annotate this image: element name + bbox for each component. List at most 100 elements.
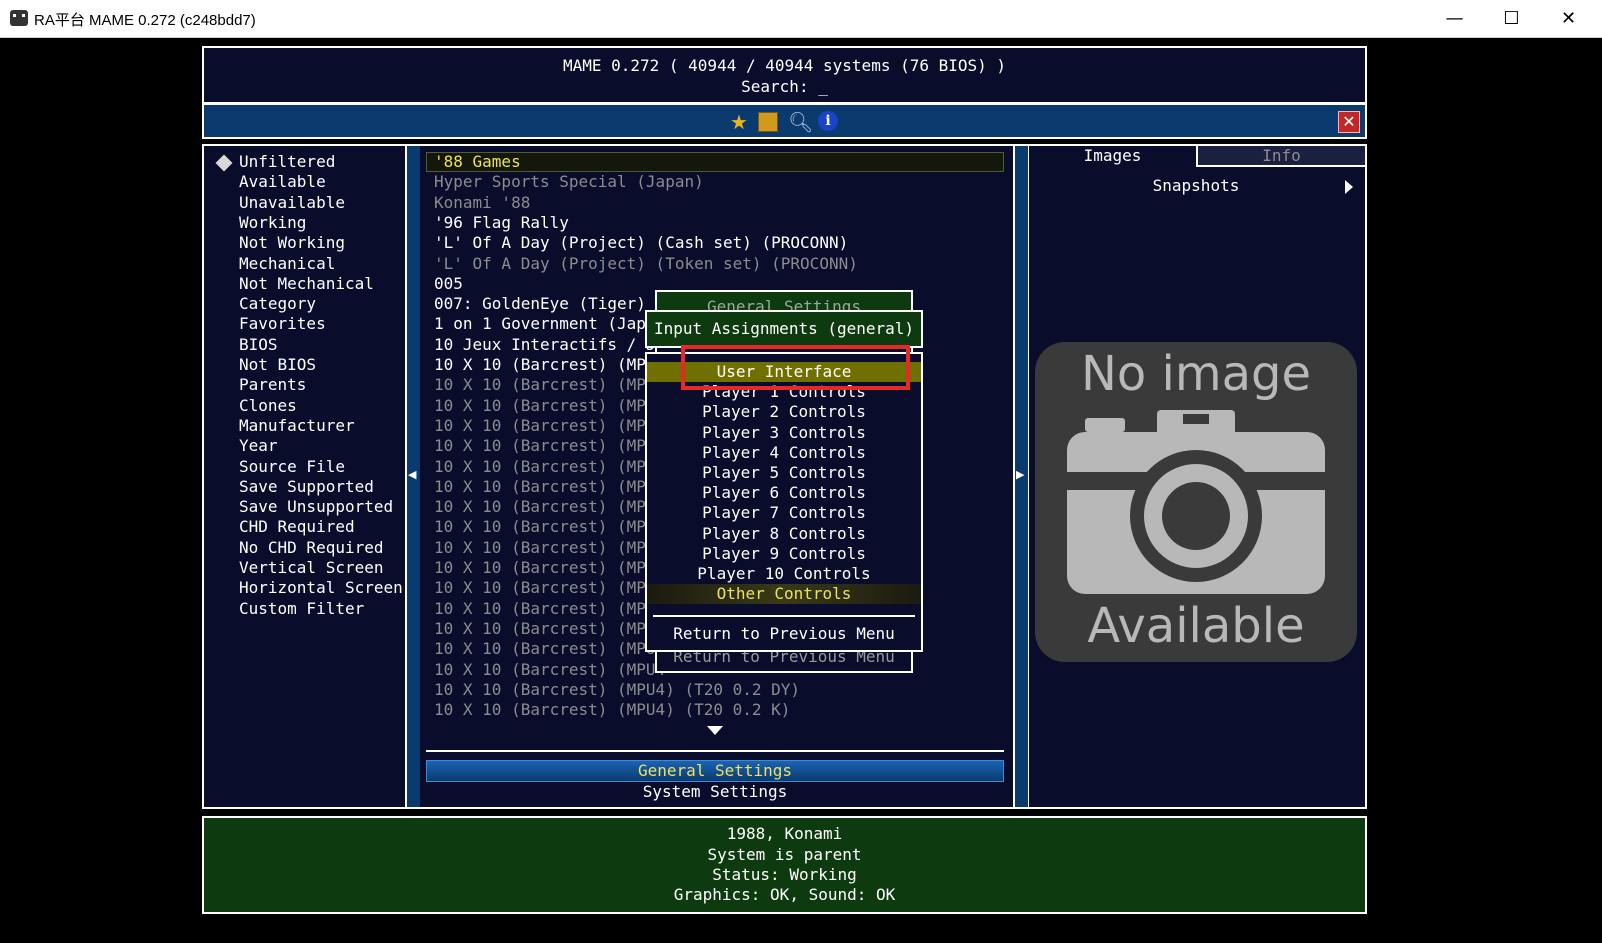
scroll-down-arrow-icon[interactable] bbox=[707, 726, 723, 735]
menu-item-player-8-controls[interactable]: Player 8 Controls bbox=[647, 524, 921, 544]
game-row[interactable]: 007: GoldenEye (Tiger) bbox=[434, 294, 646, 313]
maximize-button[interactable]: ☐ bbox=[1483, 0, 1540, 38]
filter-horizontal-screen[interactable]: Horizontal Screen bbox=[239, 578, 403, 597]
game-row[interactable]: 005 bbox=[434, 274, 463, 293]
game-row[interactable]: 10 X 10 (Barcrest) (MPU4 bbox=[434, 660, 665, 679]
image-type-selector[interactable]: Snapshots bbox=[1029, 176, 1363, 195]
game-row[interactable]: 10 X 10 (Barcrest) (MPU bbox=[434, 517, 656, 536]
filter-favorites[interactable]: Favorites bbox=[239, 314, 326, 333]
game-row[interactable]: '88 Games bbox=[434, 152, 521, 171]
game-row[interactable]: 10 X 10 (Barcrest) (MPU bbox=[434, 599, 656, 618]
year-manufacturer: 1988, Konami bbox=[726, 824, 843, 843]
game-row[interactable]: 10 X 10 (Barcrest) (MPU bbox=[434, 619, 656, 638]
working-status: Status: Working bbox=[712, 865, 857, 884]
no-image-placeholder: No image Available bbox=[1035, 342, 1357, 662]
filter-mechanical[interactable]: Mechanical bbox=[239, 254, 335, 273]
list-divider bbox=[426, 750, 1004, 752]
search-field[interactable]: Search: _ bbox=[204, 77, 1365, 96]
game-row[interactable]: Hyper Sports Special (Japan) bbox=[434, 172, 704, 191]
game-row[interactable]: 10 X 10 (Barcrest) (MPU bbox=[434, 639, 656, 658]
window-titlebar: RA平台 MAME 0.272 (c248bdd7) — ☐ ✕ bbox=[0, 0, 1602, 38]
system-settings-button[interactable]: System Settings bbox=[426, 782, 1004, 801]
floppy-icon[interactable] bbox=[758, 111, 780, 133]
game-row[interactable]: 10 X 10 (Barcrest) (MPU bbox=[434, 436, 656, 455]
filter-source-file[interactable]: Source File bbox=[239, 457, 345, 476]
menu-item-player-4-controls[interactable]: Player 4 Controls bbox=[647, 443, 921, 463]
menu-item-player-7-controls[interactable]: Player 7 Controls bbox=[647, 503, 921, 523]
system-count: MAME 0.272 ( 40944 / 40944 systems (76 B… bbox=[562, 56, 1007, 75]
menu-item-player-9-controls[interactable]: Player 9 Controls bbox=[647, 544, 921, 564]
game-row[interactable]: 1 on 1 Government (Japa bbox=[434, 314, 656, 333]
filter-working[interactable]: Working bbox=[239, 213, 306, 232]
game-row[interactable]: 'L' Of A Day (Project) (Token set) (PROC… bbox=[434, 254, 858, 273]
toolbar: ★ 🔍︎ i ✕ bbox=[202, 103, 1367, 139]
filter-chd-required[interactable]: CHD Required bbox=[239, 517, 355, 536]
info-icon[interactable]: i bbox=[818, 111, 840, 133]
filter-category[interactable]: Category bbox=[239, 294, 316, 313]
filter-not-mechanical[interactable]: Not Mechanical bbox=[239, 274, 374, 293]
game-row[interactable]: 10 Jeux Interactifs / Jeu bbox=[434, 335, 675, 354]
star-icon[interactable]: ★ bbox=[728, 111, 750, 133]
tab-info[interactable]: Info bbox=[1196, 146, 1365, 167]
gamepad-icon bbox=[10, 10, 28, 26]
graphics-sound-status: Graphics: OK, Sound: OK bbox=[673, 885, 896, 904]
menu-item-player-2-controls[interactable]: Player 2 Controls bbox=[647, 402, 921, 422]
game-row[interactable]: 10 X 10 (Barcrest) (MPU bbox=[434, 497, 656, 516]
input-assignments-title: Input Assignments (general) bbox=[645, 310, 923, 348]
filter-unfiltered[interactable]: Unfiltered bbox=[239, 152, 335, 171]
available-text: Available bbox=[1087, 598, 1305, 654]
game-row[interactable]: 10 X 10 (Barcrest) (MPU bbox=[434, 396, 656, 415]
filter-no-chd-required[interactable]: No CHD Required bbox=[239, 538, 384, 557]
filter-not-working[interactable]: Not Working bbox=[239, 233, 345, 252]
menu-divider bbox=[653, 615, 915, 617]
return-to-previous-menu[interactable]: Return to Previous Menu bbox=[647, 624, 921, 644]
minimize-button[interactable]: — bbox=[1426, 0, 1483, 38]
menu-item-player-10-controls[interactable]: Player 10 Controls bbox=[647, 564, 921, 584]
next-image-type-arrow-icon[interactable] bbox=[1345, 180, 1353, 194]
filter-save-supported[interactable]: Save Supported bbox=[239, 477, 374, 496]
filter-clones[interactable]: Clones bbox=[239, 396, 297, 415]
game-row[interactable]: '96 Flag Rally bbox=[434, 213, 569, 232]
right-panel: Images Info Snapshots No image Available bbox=[1029, 144, 1367, 809]
menu-item-player-6-controls[interactable]: Player 6 Controls bbox=[647, 483, 921, 503]
filter-parents[interactable]: Parents bbox=[239, 375, 306, 394]
camera-icon bbox=[1067, 410, 1325, 594]
filter-bios[interactable]: BIOS bbox=[239, 335, 278, 354]
filter-save-unsupported[interactable]: Save Unsupported bbox=[239, 497, 393, 516]
game-row[interactable]: 10 X 10 (Barcrest) (MPU bbox=[434, 375, 656, 394]
menu-item-player-3-controls[interactable]: Player 3 Controls bbox=[647, 423, 921, 443]
system-info-footer: 1988, Konami System is parent Status: Wo… bbox=[202, 816, 1367, 914]
filter-manufacturer[interactable]: Manufacturer bbox=[239, 416, 355, 435]
tab-images[interactable]: Images bbox=[1029, 146, 1196, 167]
magnifier-icon[interactable]: 🔍︎ bbox=[788, 111, 813, 133]
game-row[interactable]: 10 X 10 (Barcrest) (MPU bbox=[434, 538, 656, 557]
filter-panel: Unfiltered Available Unavailable Working Not… bbox=[202, 144, 406, 809]
game-row[interactable]: Konami '88 bbox=[434, 193, 530, 212]
filter-available[interactable]: Available bbox=[239, 172, 326, 191]
general-settings-button[interactable]: General Settings bbox=[426, 760, 1004, 782]
filter-unavailable[interactable]: Unavailable bbox=[239, 193, 345, 212]
close-icon[interactable]: ✕ bbox=[1338, 111, 1360, 133]
game-row[interactable]: 10 X 10 (Barcrest) (MPU bbox=[434, 457, 656, 476]
close-window-button[interactable]: ✕ bbox=[1540, 0, 1597, 38]
game-row[interactable]: 10 X 10 (Barcrest) (MPU4) (T20 0.2 DY) bbox=[434, 680, 800, 699]
game-row[interactable]: 10 X 10 (Barcrest) (MPU bbox=[434, 477, 656, 496]
game-row[interactable]: 10 X 10 (Barcrest) (MPU4) (T20 0.2 K) bbox=[434, 700, 790, 719]
game-row[interactable]: 10 X 10 (Barcrest) (MPU bbox=[434, 578, 656, 597]
game-row[interactable]: 10 X 10 (Barcrest) (MPU bbox=[434, 558, 656, 577]
filter-vertical-screen[interactable]: Vertical Screen bbox=[239, 558, 384, 577]
parent-status: System is parent bbox=[707, 845, 862, 864]
game-row[interactable]: 'L' Of A Day (Project) (Cash set) (PROCO… bbox=[434, 233, 848, 252]
filter-not-bios[interactable]: Not BIOS bbox=[239, 355, 316, 374]
header-panel: MAME 0.272 ( 40944 / 40944 systems (76 B… bbox=[202, 46, 1367, 104]
menu-item-player-5-controls[interactable]: Player 5 Controls bbox=[647, 463, 921, 483]
game-row[interactable]: 10 X 10 (Barcrest) (MPU bbox=[434, 416, 656, 435]
game-row[interactable]: 10 X 10 (Barcrest) (MPU bbox=[434, 355, 656, 374]
no-image-text: No image bbox=[1080, 346, 1312, 402]
menu-item-other-controls[interactable]: Other Controls bbox=[647, 584, 921, 605]
input-assignments-menu: User Interface Player 1 Controls Player 2 … bbox=[645, 352, 923, 652]
selected-filter-bullet-icon bbox=[215, 154, 233, 172]
filter-year[interactable]: Year bbox=[239, 436, 278, 455]
filter-custom-filter[interactable]: Custom Filter bbox=[239, 599, 364, 618]
right-panel-collapse-handle[interactable]: ▶ bbox=[1013, 144, 1030, 809]
